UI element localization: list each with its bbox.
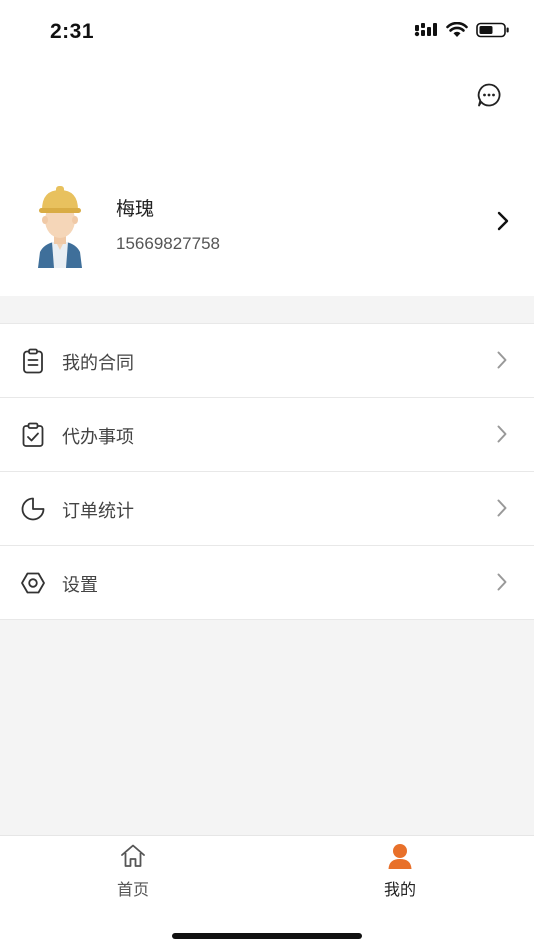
clipboard-icon: [23, 348, 43, 374]
status-time: 2:31: [50, 20, 95, 43]
menu-item-label: 订单统计: [62, 501, 134, 522]
tab-mine[interactable]: 我的: [360, 842, 440, 902]
construction-worker-avatar: [38, 186, 82, 268]
status-bar: 2:31: [0, 0, 534, 66]
profile-header: 梅瑰 15669827758: [0, 66, 534, 296]
status-icons: [414, 22, 510, 38]
menu-item-order-stats[interactable]: 订单统计: [0, 472, 534, 546]
home-indicator: [172, 933, 362, 939]
tab-label: 首页: [116, 880, 149, 899]
profile-card[interactable]: 梅瑰 15669827758: [0, 172, 534, 272]
chevron-right-icon: [497, 211, 509, 231]
clipboard-check-icon: [22, 422, 44, 447]
menu-item-label: 我的合同: [62, 353, 134, 374]
menu-list: 我的合同 代办事项 订单统计 设置: [0, 323, 534, 620]
menu-item-contracts[interactable]: 我的合同: [0, 324, 534, 398]
cellular-signal-icon: [414, 23, 437, 37]
menu-item-settings[interactable]: 设置: [0, 546, 534, 620]
hexagon-settings-icon: [21, 572, 45, 594]
chevron-right-icon: [497, 351, 507, 369]
menu-item-todo[interactable]: 代办事项: [0, 398, 534, 472]
chat-bubble-icon[interactable]: [476, 82, 502, 108]
wifi-icon: [446, 22, 468, 37]
tab-home[interactable]: 首页: [93, 842, 173, 902]
chevron-right-icon: [497, 499, 507, 517]
home-icon: [121, 844, 145, 867]
chevron-right-icon: [497, 425, 507, 443]
bottom-tab-bar: 首页 我的: [0, 835, 534, 950]
user-phone: 15669827758: [116, 234, 221, 253]
user-name: 梅瑰: [116, 198, 155, 220]
pie-chart-icon: [21, 497, 45, 521]
battery-icon: [476, 22, 509, 38]
chevron-right-icon: [497, 573, 507, 591]
tab-label: 我的: [383, 880, 416, 899]
menu-item-label: 设置: [62, 575, 98, 596]
menu-item-label: 代办事项: [62, 427, 134, 448]
person-icon: [388, 844, 412, 869]
